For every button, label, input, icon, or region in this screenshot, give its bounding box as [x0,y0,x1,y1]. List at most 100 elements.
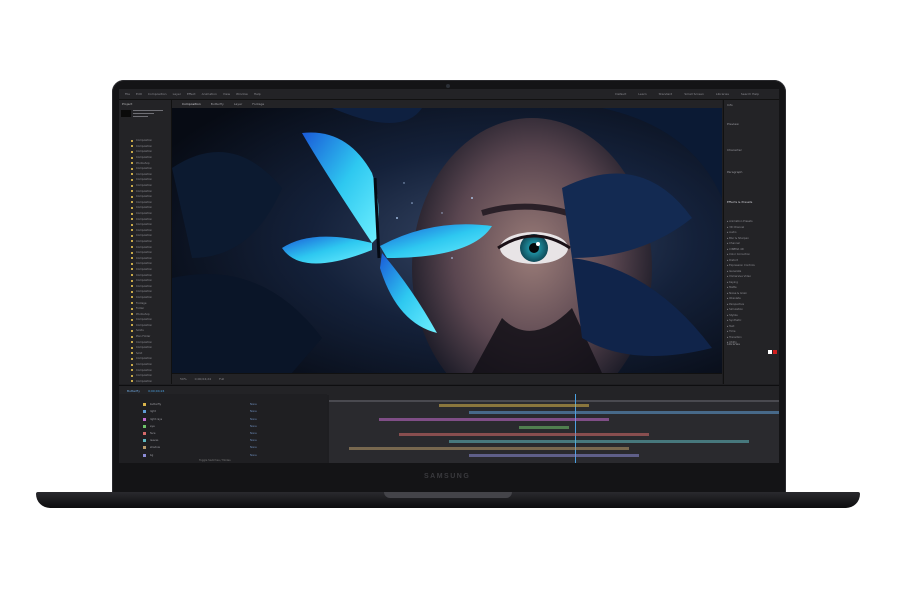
menu-edit[interactable]: Edit [136,92,142,96]
effects-panel-title[interactable]: Effects & Presets [727,200,752,204]
timeline-tracks[interactable] [329,394,779,463]
composition-icon [131,285,133,288]
project-item-label: Composition [136,262,153,266]
active-comp-name[interactable]: Butterfly [211,102,224,106]
layer-parent[interactable]: None [250,410,257,413]
project-panel-title[interactable]: Project [122,102,132,106]
tab-composition[interactable]: Composition [182,102,201,106]
layer-duration-bar[interactable] [469,411,779,415]
composition-icon [131,145,133,148]
layer-name: eye [150,424,155,428]
search-help-input[interactable]: Search Help [741,92,759,96]
layer-parent[interactable]: None [250,403,257,406]
layer-duration-bar[interactable] [449,440,749,443]
layer-parent[interactable]: None [250,418,257,421]
layer-label-color[interactable] [143,439,146,443]
tab-layer[interactable]: Layer [234,102,242,106]
layer-row[interactable]: light None [119,409,327,415]
layer-row[interactable]: leaves None [119,438,327,444]
viewer-tabs: Composition Butterfly Layer Footage [172,100,722,108]
project-item-label: Composition [136,184,153,188]
layer-parent[interactable]: None [250,425,257,428]
timeline-tab-butterfly[interactable]: Butterfly [127,389,140,393]
layer-duration-bar[interactable] [399,432,649,436]
layer-row[interactable]: face None [119,431,327,437]
layer-row[interactable]: butterfly None [119,402,327,408]
composition-viewer[interactable] [172,108,722,418]
menu-composition[interactable]: Composition [148,92,167,96]
project-item-label: Composition [136,189,153,193]
libraries-panel-title[interactable]: Libraries [727,342,740,346]
info-panel-title[interactable]: Info [727,103,733,107]
webcam [446,84,450,88]
project-item-label: Plan Folder [136,335,151,339]
resolution-dropdown[interactable]: Full [219,377,224,381]
preview-panel-title[interactable]: Preview [727,122,739,126]
project-item-label: Composition [136,245,153,249]
composition-icon [131,274,133,277]
layer-label-color[interactable] [143,417,146,421]
layer-duration-bar[interactable] [349,447,629,451]
layer-name: butterfly [150,403,162,407]
layer-duration-bar[interactable] [519,425,569,429]
project-item-label: Composition [136,279,153,283]
project-thumbnail [121,110,131,117]
project-item-label: Composition [136,156,153,160]
composition-icon [131,296,133,299]
workspace-small-screen[interactable]: Small Screen [684,92,704,96]
layer-parent[interactable]: None [250,432,257,435]
menu-layer[interactable]: Layer [173,92,181,96]
layer-label-color[interactable] [143,432,146,436]
menu-effect[interactable]: Effect [187,92,196,96]
layer-duration-bar[interactable] [469,454,639,458]
layer-parent[interactable]: None [250,446,257,449]
paragraph-panel-title[interactable]: Paragraph [727,170,742,174]
project-item-label: Composition [136,178,153,182]
layer-name: bg [150,453,154,457]
menu-help[interactable]: Help [254,92,261,96]
layer-duration-bar[interactable] [439,404,589,407]
zoom-dropdown[interactable]: 50% [180,377,187,381]
toggle-switches-label[interactable]: Toggle Switches / Modes [199,459,231,462]
workspace-switcher: Default Learn Standard Small Screen Libr… [615,89,759,99]
menu-view[interactable]: View [223,92,230,96]
current-time-readout[interactable]: 0;00;04;24 [195,377,211,381]
layer-row[interactable]: eye None [119,424,327,430]
project-item-label: Photoshop [136,161,150,165]
layer-label-color[interactable] [143,424,146,428]
layer-parent[interactable]: None [250,439,257,442]
color-swatch-white[interactable] [768,350,772,354]
menu-animation[interactable]: Animation [202,92,217,96]
project-item-label: Composition [136,340,153,344]
layer-parent[interactable]: None [250,454,257,457]
color-swatch-red[interactable] [773,350,777,354]
project-item-label: Folder [136,307,145,311]
layer-label-color[interactable] [143,403,146,407]
project-item-label: Photoshop [136,312,150,316]
work-area-bar[interactable] [329,400,779,402]
layer-label-color[interactable] [143,453,146,457]
menu-file[interactable]: File [125,92,130,96]
layer-name: shadow [150,446,160,450]
project-item-label: Composition [136,212,153,216]
workspace-standard[interactable]: Standard [659,92,673,96]
layer-row[interactable]: bg None [119,452,327,458]
layer-row[interactable]: light rays None [119,416,327,422]
composition-icon [131,150,133,153]
workspace-default[interactable]: Default [615,92,626,96]
layer-row[interactable]: shadow None [119,445,327,451]
workspace-libraries[interactable]: Libraries [716,92,729,96]
composition-icon [131,162,133,165]
character-panel-title[interactable]: Character [727,148,742,152]
project-item-label: Solids [136,329,144,333]
workspace-learn[interactable]: Learn [638,92,646,96]
layer-label-color[interactable] [143,410,146,414]
layer-label-color[interactable] [143,446,146,450]
tab-footage[interactable]: Footage [252,102,264,106]
menu-window[interactable]: Window [236,92,248,96]
project-item-list: Composition Composition Composition Composi… [121,138,169,401]
composition-icon [131,201,133,204]
timeline-timecode[interactable]: 0;00;04;24 [148,389,164,393]
lid-opening-notch [384,492,512,498]
layer-duration-bar[interactable] [379,418,609,422]
